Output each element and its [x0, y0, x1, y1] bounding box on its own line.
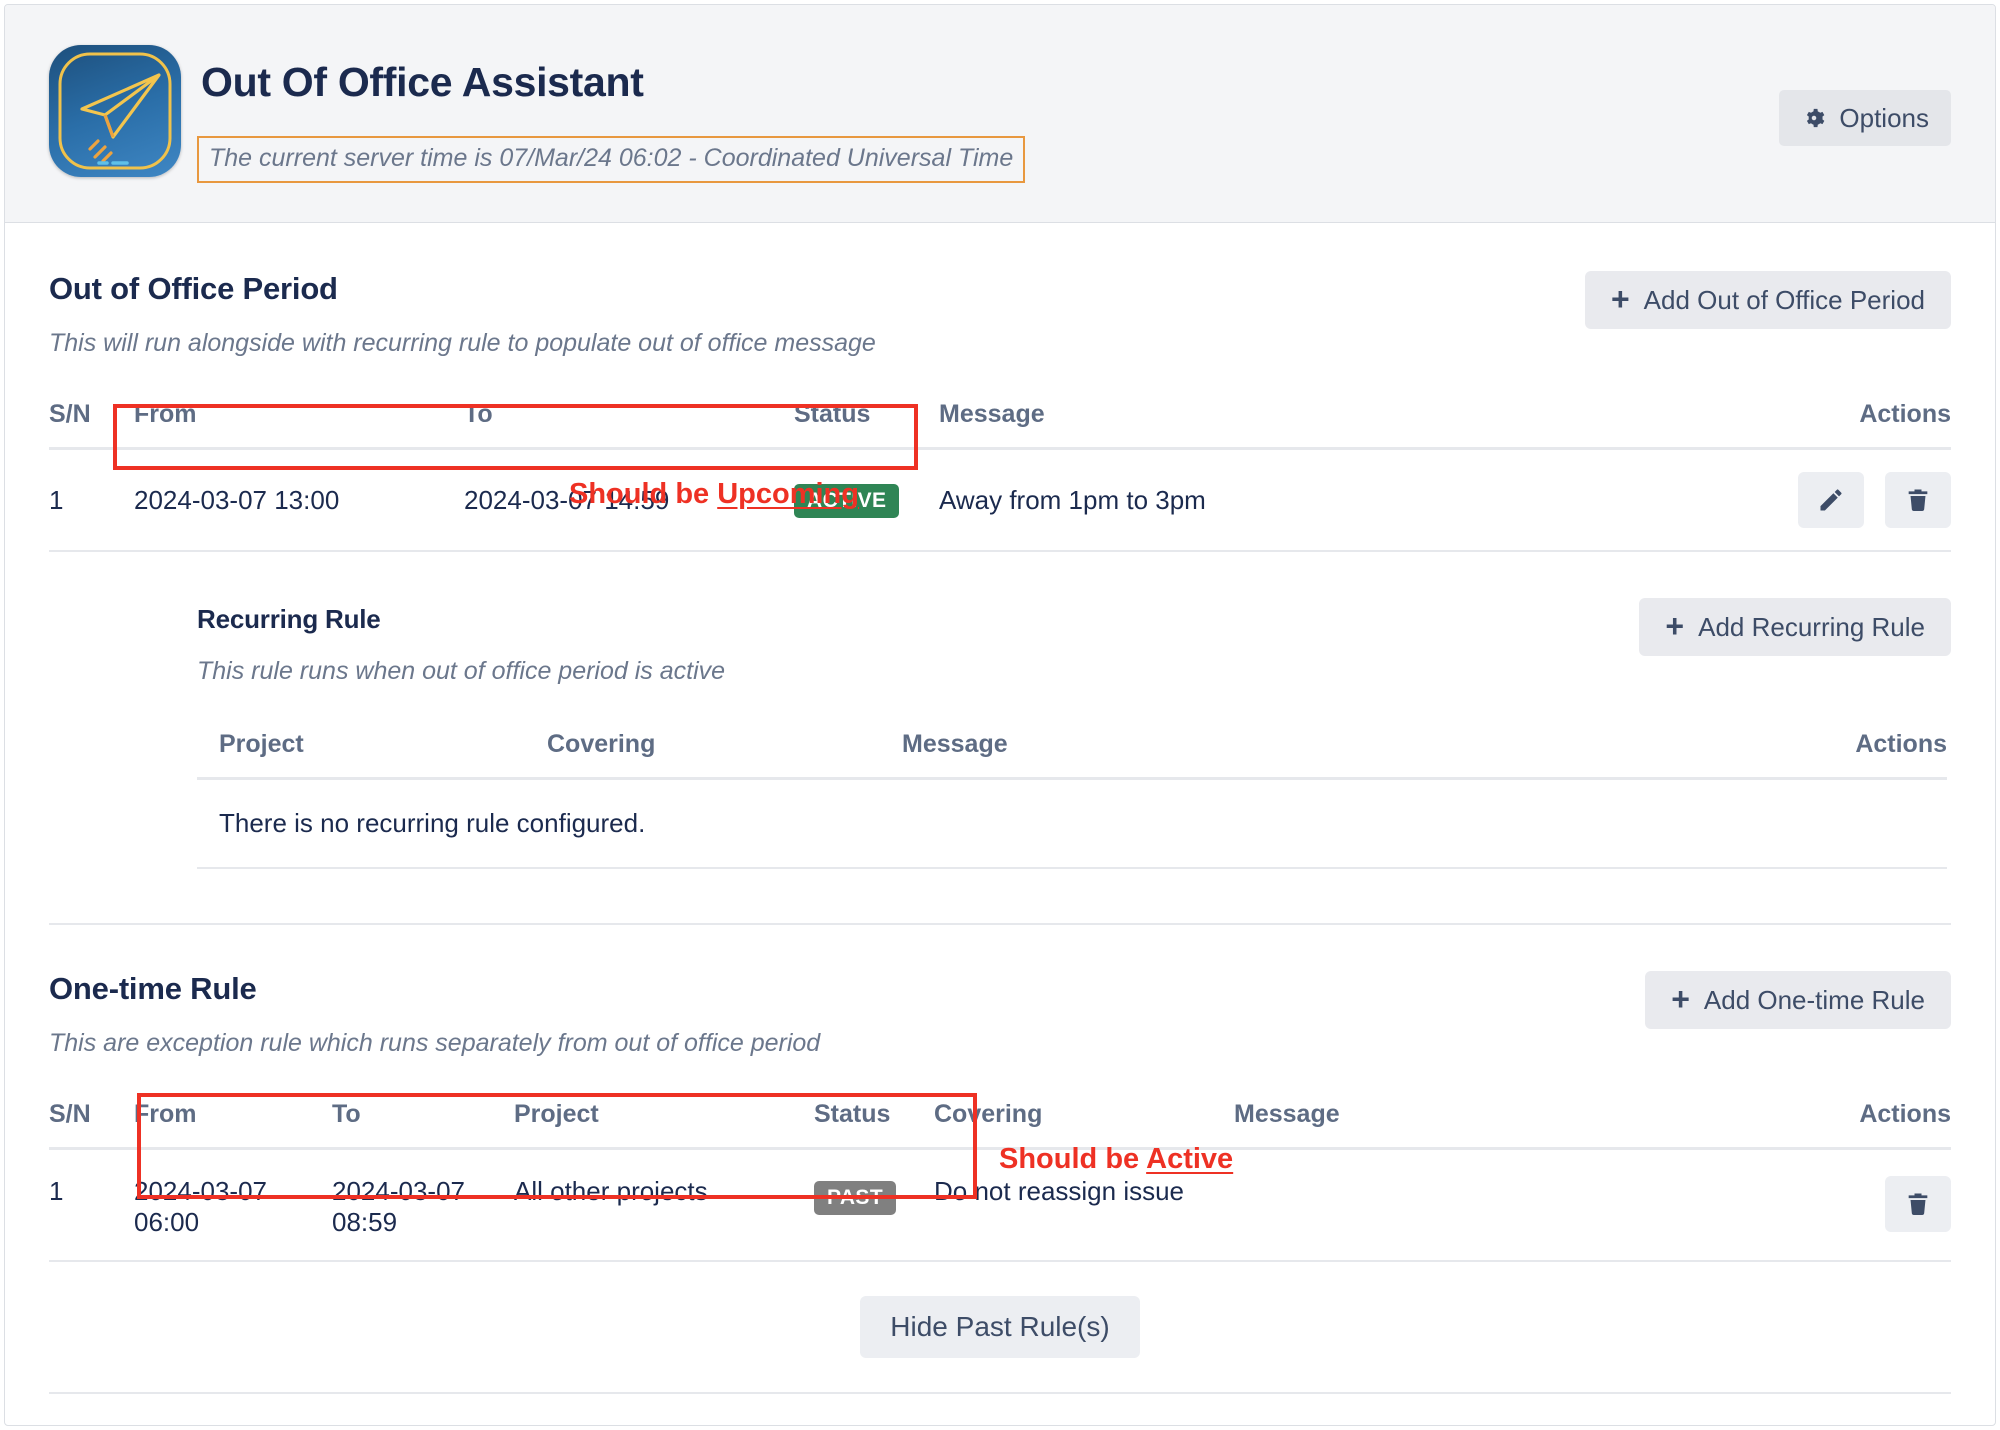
- empty-state-text: There is no recurring rule configured.: [197, 779, 1947, 869]
- hide-past-rules-row: Hide Past Rule(s): [49, 1296, 1951, 1358]
- cell-project: All other projects: [514, 1149, 814, 1262]
- cell-actions: [1701, 449, 1951, 552]
- col-message: Message: [902, 730, 1727, 779]
- server-time-banner: The current server time is 07/Mar/24 06:…: [197, 136, 1025, 183]
- recurring-rule-subtitle: This rule runs when out of office period…: [197, 657, 1951, 686]
- recurring-rule-table: Project Covering Message Actions There i…: [197, 730, 1947, 869]
- cell-status: PAST: [814, 1149, 934, 1262]
- delete-button[interactable]: [1885, 472, 1951, 528]
- status-badge: PAST: [814, 1181, 896, 1215]
- col-to: To: [332, 1100, 514, 1149]
- annotation-emphasis: Upcoming: [717, 478, 859, 510]
- add-recurring-rule-button[interactable]: + Add Recurring Rule: [1639, 598, 1951, 656]
- recurring-rule-section: Recurring Rule This rule runs when out o…: [197, 604, 1951, 869]
- cell-message: [1234, 1149, 1701, 1262]
- add-ooo-period-label: Add Out of Office Period: [1644, 285, 1925, 316]
- delete-button[interactable]: [1885, 1176, 1951, 1232]
- cell-from: 2024-03-07 06:00: [134, 1149, 332, 1262]
- cell-sn: 1: [49, 449, 134, 552]
- col-status: Status: [814, 1100, 934, 1149]
- annotation-prefix: Should be: [999, 1143, 1146, 1175]
- cell-to: 2024-03-07 08:59: [332, 1149, 514, 1262]
- col-sn: S/N: [49, 400, 134, 449]
- bottom-divider: [49, 1392, 1951, 1394]
- ooo-period-section: Out of Office Period This will run along…: [49, 223, 1951, 869]
- col-actions: Actions: [1727, 730, 1947, 779]
- cell-message: Away from 1pm to 3pm: [939, 449, 1701, 552]
- col-message: Message: [1234, 1100, 1701, 1149]
- annotation-prefix: Should be: [569, 478, 717, 510]
- ooo-period-table: S/N From To Status Message Actions 1 202…: [49, 400, 1951, 552]
- add-one-time-rule-button[interactable]: + Add One-time Rule: [1645, 971, 1951, 1029]
- one-time-rule-section: One-time Rule This are exception rule wh…: [49, 925, 1951, 1394]
- page-title: Out Of Office Assistant: [201, 59, 644, 106]
- main-content: Out of Office Period This will run along…: [5, 223, 1995, 1394]
- annotation-ooo-status: Should be Upcoming: [569, 478, 859, 511]
- app-header: Out Of Office Assistant The current serv…: [5, 5, 1995, 223]
- col-project: Project: [514, 1100, 814, 1149]
- table-header-row: S/N From To Project Status Covering Mess…: [49, 1100, 1951, 1149]
- plus-icon: +: [1611, 283, 1630, 315]
- col-actions: Actions: [1701, 400, 1951, 449]
- cell-sn: 1: [49, 1149, 134, 1262]
- plus-icon: +: [1671, 983, 1690, 1015]
- table-header-row: S/N From To Status Message Actions: [49, 400, 1951, 449]
- col-covering: Covering: [547, 730, 902, 779]
- add-one-time-rule-label: Add One-time Rule: [1704, 985, 1925, 1016]
- options-button[interactable]: Options: [1779, 90, 1951, 146]
- col-message: Message: [939, 400, 1701, 449]
- ooo-period-subtitle: This will run alongside with recurring r…: [49, 329, 1951, 358]
- col-status: Status: [794, 400, 939, 449]
- empty-state-row: There is no recurring rule configured.: [197, 779, 1947, 869]
- one-time-rule-table: S/N From To Project Status Covering Mess…: [49, 1100, 1951, 1262]
- add-recurring-rule-label: Add Recurring Rule: [1698, 612, 1925, 643]
- annotation-one-time-status: Should be Active: [999, 1143, 1233, 1176]
- col-to: To: [464, 400, 794, 449]
- col-from: From: [134, 1100, 332, 1149]
- hide-past-rules-button[interactable]: Hide Past Rule(s): [860, 1296, 1139, 1358]
- cell-from: 2024-03-07 13:00: [134, 449, 464, 552]
- paper-plane-icon: [49, 45, 181, 177]
- col-from: From: [134, 400, 464, 449]
- col-sn: S/N: [49, 1100, 134, 1149]
- plus-icon: +: [1665, 610, 1684, 642]
- edit-button[interactable]: [1798, 472, 1864, 528]
- cell-actions: [1701, 1149, 1951, 1262]
- pencil-icon: [1817, 486, 1845, 514]
- options-button-label: Options: [1839, 103, 1929, 134]
- one-time-rule-subtitle: This are exception rule which runs separ…: [49, 1029, 1951, 1058]
- add-ooo-period-button[interactable]: + Add Out of Office Period: [1585, 271, 1951, 329]
- table-header-row: Project Covering Message Actions: [197, 730, 1947, 779]
- gear-icon: [1801, 105, 1827, 131]
- trash-icon: [1904, 1190, 1932, 1218]
- annotation-emphasis: Active: [1146, 1143, 1233, 1175]
- app-window: Out Of Office Assistant The current serv…: [4, 4, 1996, 1426]
- trash-icon: [1904, 486, 1932, 514]
- col-project: Project: [197, 730, 547, 779]
- col-covering: Covering: [934, 1100, 1234, 1149]
- table-row: 1 2024-03-07 13:00 2024-03-07 14:59 ACTI…: [49, 449, 1951, 552]
- col-actions: Actions: [1701, 1100, 1951, 1149]
